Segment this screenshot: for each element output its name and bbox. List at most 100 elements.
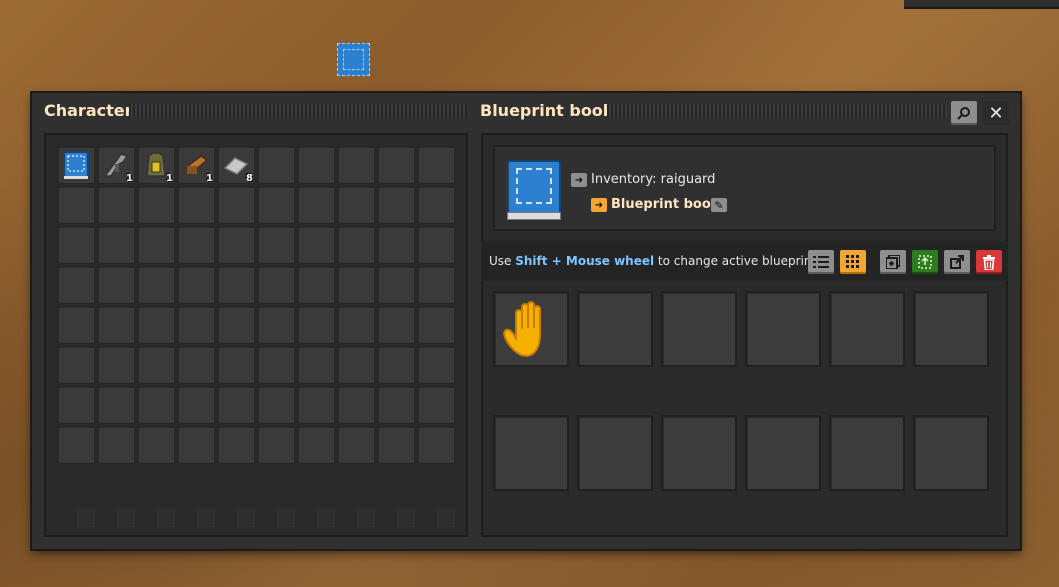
inventory-slot[interactable] [177,306,215,344]
inventory-slot[interactable] [257,426,295,464]
inventory-slot[interactable] [417,306,455,344]
inventory-slot[interactable] [257,266,295,304]
inventory-slot[interactable] [137,226,175,264]
inventory-slot[interactable] [97,306,135,344]
blueprint-slot[interactable] [577,291,653,367]
inventory-slot[interactable] [137,346,175,384]
inventory-slot[interactable] [417,226,455,264]
inventory-slot[interactable] [297,386,335,424]
inventory-slot[interactable] [97,186,135,224]
inventory-slot[interactable] [97,226,135,264]
inventory-slot[interactable] [177,346,215,384]
inventory-slot[interactable] [257,186,295,224]
blueprint-drag-handle[interactable] [607,104,947,118]
inventory-slot[interactable] [257,146,295,184]
inventory-slot[interactable] [57,186,95,224]
inventory-slot[interactable] [217,186,255,224]
blueprint-slot[interactable] [913,415,989,491]
inventory-slot[interactable] [377,426,415,464]
inventory-slot[interactable] [217,346,255,384]
inventory-slot[interactable] [337,146,375,184]
blueprint-slot[interactable] [745,291,821,367]
inventory-slot[interactable]: 1 [97,146,135,184]
rename-button[interactable]: ✎ [711,198,727,212]
inventory-slot[interactable] [377,146,415,184]
inventory-slot[interactable] [137,186,175,224]
inventory-slot[interactable] [257,386,295,424]
inventory-slot[interactable]: 1 [137,146,175,184]
blueprint-slot-active[interactable] [493,291,569,367]
list-view-button[interactable] [808,250,834,274]
inventory-slot[interactable] [377,346,415,384]
inventory-slot[interactable] [297,306,335,344]
inventory-slot[interactable] [57,346,95,384]
open-external-button[interactable] [944,250,970,274]
blueprint-slot[interactable] [745,415,821,491]
inventory-slot[interactable] [337,226,375,264]
grid-view-button[interactable] [840,250,866,274]
inventory-slot[interactable] [57,146,95,184]
inventory-slot[interactable] [297,226,335,264]
inventory-slot[interactable] [217,386,255,424]
blueprint-slot[interactable] [661,291,737,367]
inventory-slot[interactable] [97,386,135,424]
inventory-slot[interactable] [297,266,335,304]
inventory-slot[interactable] [137,266,175,304]
inventory-slot[interactable] [417,346,455,384]
inventory-slot[interactable] [337,346,375,384]
inventory-slot[interactable] [377,306,415,344]
delete-button[interactable] [976,250,1002,274]
search-button[interactable] [951,101,977,125]
inventory-slot[interactable] [137,306,175,344]
inventory-slot[interactable] [377,226,415,264]
character-drag-handle[interactable] [129,104,467,118]
inventory-slot[interactable] [377,266,415,304]
blueprint-slot[interactable] [829,291,905,367]
inventory-slot[interactable] [337,426,375,464]
inventory-slot[interactable] [177,186,215,224]
inventory-slot[interactable] [57,266,95,304]
blueprint-slot[interactable] [829,415,905,491]
inventory-slot[interactable] [417,146,455,184]
inventory-slot[interactable] [297,146,335,184]
inventory-slot[interactable] [97,426,135,464]
inventory-slot[interactable] [97,346,135,384]
inventory-slot[interactable] [57,386,95,424]
inventory-slot[interactable] [177,386,215,424]
inventory-slot[interactable] [257,306,295,344]
inventory-slot[interactable] [257,346,295,384]
inventory-slot[interactable] [217,226,255,264]
inventory-slot[interactable] [337,306,375,344]
inventory-slot[interactable] [217,426,255,464]
inventory-slot[interactable] [297,346,335,384]
inventory-slot[interactable] [57,306,95,344]
inventory-slot[interactable] [137,426,175,464]
export-to-string-button[interactable] [912,250,938,274]
inventory-slot[interactable] [417,266,455,304]
inventory-slot[interactable] [57,226,95,264]
inventory-slot[interactable] [337,266,375,304]
inventory-slot[interactable] [337,186,375,224]
inventory-slot[interactable] [177,226,215,264]
inventory-slot[interactable]: 8 [217,146,255,184]
inventory-slot[interactable] [297,426,335,464]
inventory-slot[interactable] [377,386,415,424]
inventory-slot[interactable] [257,226,295,264]
inventory-slot[interactable] [417,386,455,424]
duplicate-button[interactable] [880,250,906,274]
inventory-slot[interactable] [97,266,135,304]
inventory-slot[interactable] [337,386,375,424]
blueprint-slot[interactable] [661,415,737,491]
inventory-slot[interactable] [177,426,215,464]
inventory-slot[interactable] [377,186,415,224]
inventory-slot[interactable] [57,426,95,464]
inventory-slot[interactable] [177,266,215,304]
inventory-slot[interactable]: 1 [177,146,215,184]
blueprint-slot[interactable] [577,415,653,491]
inventory-slot[interactable] [417,186,455,224]
close-button[interactable]: ✕ [983,101,1009,125]
blueprint-slot[interactable] [493,415,569,491]
inventory-slot[interactable] [217,306,255,344]
inventory-slot[interactable] [417,426,455,464]
blueprint-slot[interactable] [913,291,989,367]
